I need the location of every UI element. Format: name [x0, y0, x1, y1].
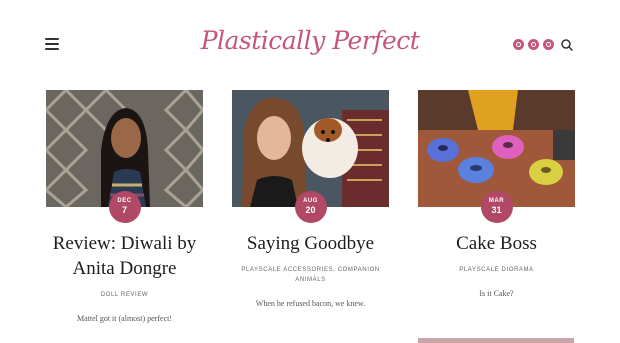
post-title[interactable]: Cake Boss: [418, 231, 575, 256]
post-date-month: DEC: [117, 198, 132, 204]
post-thumbnail[interactable]: [232, 90, 389, 207]
post-date-day: 31: [491, 205, 502, 215]
post-category[interactable]: PLAYSCALE ACCESSORIES, COMPANION ANIMALS: [232, 265, 389, 285]
post-date-badge: MAR 31: [480, 191, 513, 223]
post-date-day: 20: [305, 205, 316, 215]
instagram-icon[interactable]: [513, 39, 524, 50]
post-thumbnail[interactable]: [418, 90, 575, 207]
post-thumbnail[interactable]: [46, 90, 203, 207]
post-title[interactable]: Saying Goodbye: [232, 231, 389, 256]
post-category[interactable]: DOLL REVIEW: [46, 290, 203, 300]
post-excerpt: Mattel got it (almost) perfect!: [76, 314, 173, 323]
post-date-month: MAR: [488, 198, 505, 204]
search-icon[interactable]: [560, 38, 574, 52]
post-excerpt: When he refused bacon, we knew.: [255, 299, 366, 308]
post-card: AUG 20 Saying Goodbye PLAYSCALE ACCESSOR…: [232, 90, 389, 308]
post-title[interactable]: Review: Diwali by Anita Dongre: [46, 231, 203, 281]
social-links: [513, 39, 554, 50]
post-date-day: 7: [121, 205, 127, 215]
post-date-badge: AUG 20: [294, 191, 327, 223]
post-card: DEC 7 Review: Diwali by Anita Dongre DOL…: [46, 90, 203, 323]
flickr-icon[interactable]: [543, 39, 554, 50]
post-card: MAR 31 Cake Boss PLAYSCALE DIORAMA Is it…: [418, 90, 575, 298]
post-date-badge: DEC 7: [108, 191, 141, 223]
next-post-thumbnail[interactable]: [418, 338, 574, 343]
pinterest-icon[interactable]: [528, 39, 539, 50]
post-date-month: AUG: [303, 198, 318, 204]
post-category[interactable]: PLAYSCALE DIORAMA: [418, 265, 575, 275]
site-header: Plastically Perfect: [0, 0, 620, 90]
post-excerpt: Is it Cake?: [479, 289, 514, 298]
